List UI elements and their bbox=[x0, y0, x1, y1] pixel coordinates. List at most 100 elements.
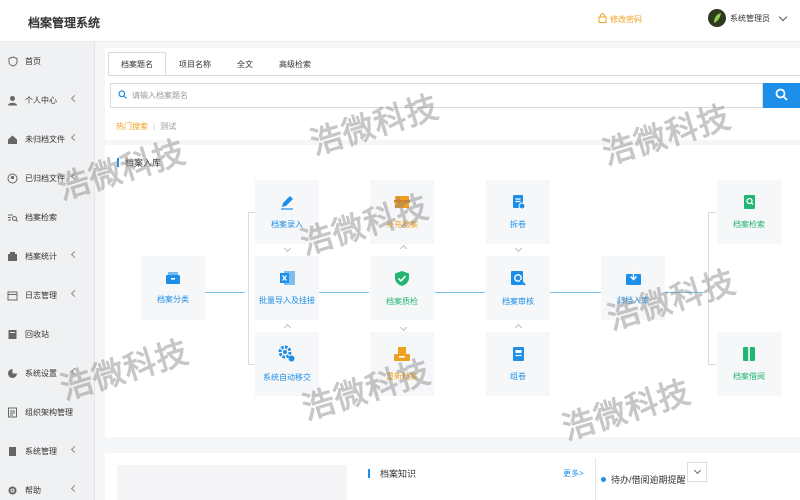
magnifier-doc-icon bbox=[510, 270, 527, 289]
help-gear-icon bbox=[7, 485, 18, 496]
calendar-icon bbox=[7, 290, 18, 301]
flow-node-label: 补充档案 bbox=[386, 220, 418, 229]
sidebar-item-label: 系统管理 bbox=[25, 447, 57, 456]
more-link[interactable]: 更多> bbox=[563, 468, 584, 479]
chevron-down-icon bbox=[693, 466, 701, 475]
flow-node-assemble-volume[interactable]: 组卷 bbox=[486, 332, 550, 396]
change-password-label: 修改密码 bbox=[610, 14, 642, 24]
search-panel: 档案题名 项目名称 全文 高级检索 热门搜索 | 测试 bbox=[105, 48, 800, 140]
flow-node-supplement[interactable]: 补充档案 bbox=[370, 180, 434, 244]
search-box bbox=[110, 83, 763, 108]
app-title: 档案管理系统 bbox=[28, 16, 101, 30]
stats-icon bbox=[7, 251, 18, 262]
flow-bracket bbox=[248, 364, 255, 365]
sidebar-item-label: 首页 bbox=[25, 57, 41, 66]
sidebar-item-label: 档案统计 bbox=[25, 252, 57, 261]
sidebar-item-logs[interactable]: 日志管理 bbox=[0, 276, 94, 315]
flow-node-label: 归档入库 bbox=[617, 296, 649, 305]
search-icon bbox=[775, 88, 788, 103]
search-input[interactable] bbox=[132, 91, 692, 100]
todo-reminder: 待办/借阅逾期提醒 bbox=[595, 458, 695, 500]
hot-search-keyword[interactable]: 测试 bbox=[160, 121, 176, 132]
flow-connector bbox=[205, 292, 245, 293]
flow-title: 档案入库 bbox=[117, 156, 161, 169]
flow-node-entry[interactable]: 档案录入 bbox=[255, 180, 319, 244]
flow-node-label: 档案审核 bbox=[502, 296, 534, 306]
sidebar-item-personal[interactable]: 个人中心 bbox=[0, 81, 94, 120]
lock-icon bbox=[598, 13, 607, 25]
inbox-download-icon bbox=[625, 270, 642, 288]
flow-bracket bbox=[248, 212, 255, 213]
sidebar-item-settings[interactable]: 系统设置 bbox=[0, 354, 94, 393]
flow-title-text: 档案入库 bbox=[125, 158, 162, 168]
sidebar-item-system[interactable]: 系统管理 bbox=[0, 432, 94, 471]
pie-icon bbox=[7, 368, 18, 379]
flow-node-label: 批量导入及挂接 bbox=[259, 296, 315, 305]
tab-title[interactable]: 档案题名 bbox=[108, 52, 166, 76]
tab-fulltext[interactable]: 全文 bbox=[224, 52, 266, 76]
change-password-link[interactable]: 修改密码 bbox=[598, 13, 642, 25]
sidebar-item-recycle[interactable]: 回收站 bbox=[0, 315, 94, 354]
chevron-left-icon bbox=[70, 133, 79, 142]
book-icon bbox=[742, 346, 756, 364]
flow-node-label: 系统自动移交 bbox=[263, 373, 311, 382]
sidebar-item-statistics[interactable]: 档案统计 bbox=[0, 237, 94, 276]
shield-icon bbox=[7, 56, 18, 67]
tab-project-name[interactable]: 项目名称 bbox=[166, 52, 224, 76]
sidebar-item-label: 日志管理 bbox=[25, 291, 57, 300]
sidebar-item-home[interactable]: 首页 bbox=[0, 42, 94, 81]
flow-connector bbox=[435, 292, 485, 293]
flow-chevron-icon bbox=[514, 323, 523, 332]
chevron-left-icon bbox=[70, 172, 79, 181]
recycle-icon bbox=[7, 329, 18, 340]
gear-icon bbox=[7, 446, 18, 457]
flow-node-borrow[interactable]: 档案借阅 bbox=[717, 332, 781, 396]
flow-node-split-volume[interactable]: 拆卷 bbox=[486, 180, 550, 244]
flow-chevron-icon bbox=[399, 244, 408, 253]
sidebar-item-label: 档案检索 bbox=[25, 213, 57, 222]
flow-node-classify[interactable]: 档案分类 bbox=[141, 256, 205, 320]
search-button[interactable] bbox=[763, 83, 800, 108]
flow-node-archive-storage[interactable]: 归档入库 bbox=[601, 256, 665, 320]
tab-divider bbox=[108, 75, 800, 76]
flow-chevron-icon bbox=[399, 323, 408, 332]
user-name: 系统管理员 bbox=[730, 13, 770, 23]
flow-node-redo[interactable]: 重新档案 bbox=[370, 332, 434, 396]
flow-chevron-icon bbox=[283, 323, 292, 332]
sidebar-item-label: 已归档文件 bbox=[25, 174, 65, 183]
image-placeholder bbox=[117, 465, 347, 500]
flow-node-quality-check[interactable]: 档案质检 bbox=[370, 256, 434, 320]
person-icon bbox=[7, 95, 18, 106]
archive-box-icon bbox=[393, 194, 411, 212]
flow-connector bbox=[319, 292, 369, 293]
chevron-left-icon bbox=[70, 94, 79, 103]
folder-doc-icon bbox=[511, 346, 526, 364]
org-icon bbox=[7, 407, 18, 418]
top-bar: 档案管理系统 修改密码 系统管理员 bbox=[0, 0, 800, 42]
pencil-icon bbox=[279, 194, 295, 212]
sidebar-item-help[interactable]: 帮助 bbox=[0, 471, 94, 500]
flow-bracket bbox=[248, 212, 249, 364]
flow-node-batch-import[interactable]: 批量导入及挂接 bbox=[255, 256, 319, 320]
hot-search-label: 热门搜索 bbox=[116, 122, 148, 131]
flow-node-retrieval[interactable]: 档案检索 bbox=[717, 180, 781, 244]
sidebar-item-retrieval[interactable]: 档案检索 bbox=[0, 198, 94, 237]
document-edit-icon bbox=[511, 194, 526, 212]
todo-expand-button[interactable] bbox=[687, 462, 707, 482]
flow-node-review[interactable]: 档案审核 bbox=[486, 256, 550, 320]
sidebar-item-org[interactable]: 组织架构管理 bbox=[0, 393, 94, 432]
user-menu[interactable]: 系统管理员 bbox=[708, 9, 788, 27]
sidebar-item-archived[interactable]: 已归档文件 bbox=[0, 159, 94, 198]
sidebar-item-unarchived[interactable]: 未归档文件 bbox=[0, 120, 94, 159]
tab-advanced[interactable]: 高级检索 bbox=[266, 52, 324, 76]
chevron-left-icon bbox=[70, 250, 79, 259]
user-circle-icon bbox=[7, 173, 18, 184]
sidebar-item-label: 未归档文件 bbox=[25, 135, 65, 144]
hot-search: 热门搜索 | 测试 bbox=[116, 121, 176, 132]
flow-bracket bbox=[708, 212, 709, 364]
flow-node-auto-transfer[interactable]: 系统自动移交 bbox=[255, 332, 319, 396]
doc-search-icon bbox=[742, 194, 757, 212]
flow-connector bbox=[665, 292, 705, 293]
title-accent-bar bbox=[117, 158, 119, 167]
gear-icon bbox=[278, 345, 296, 365]
